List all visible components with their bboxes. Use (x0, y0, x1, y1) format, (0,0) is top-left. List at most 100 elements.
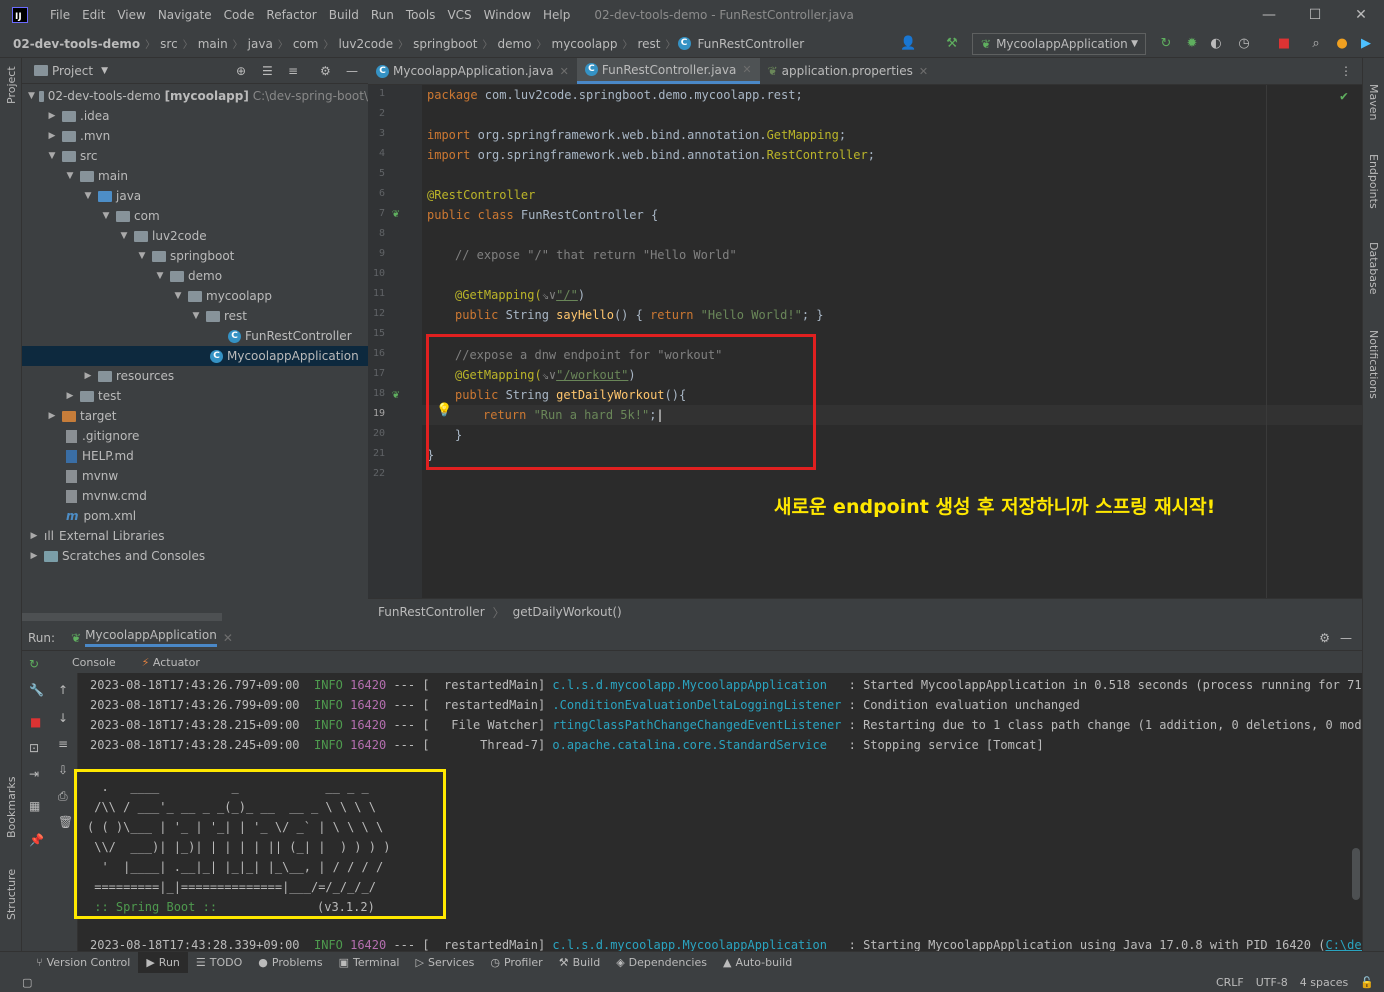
layout-icon[interactable]: ▢ (22, 976, 32, 989)
menu-edit[interactable]: Edit (76, 8, 111, 22)
tree-item-external-libraries[interactable]: ▶ ıll External Libraries (22, 526, 368, 546)
tab-application-properties[interactable]: ❦ application.properties ✕ (760, 58, 937, 84)
menu-build[interactable]: Build (323, 8, 365, 22)
chevron-down-icon[interactable]: ▼ (101, 66, 108, 76)
tab-funrestcontroller[interactable]: C FunRestController.java ✕ (576, 58, 760, 84)
file-encoding[interactable]: UTF-8 (1256, 976, 1288, 989)
collapse-all-icon[interactable]: ≡ (288, 64, 298, 78)
tree-item-project-root[interactable]: ▼ 02-dev-tools-demo [mycoolapp] C:\dev-sp… (22, 86, 368, 106)
tab-actuator[interactable]: ⚡ Actuator (134, 656, 208, 669)
menu-navigate[interactable]: Navigate (152, 8, 218, 22)
gear-icon[interactable]: ⚙ (320, 64, 331, 78)
menu-code[interactable]: Code (218, 8, 261, 22)
tool-tab-auto-build[interactable]: ▲ Auto-build (715, 956, 800, 969)
tab-mycoolappapplication[interactable]: C MycoolappApplication.java ✕ (368, 58, 577, 84)
notifications-tool-button[interactable]: Notifications (1367, 330, 1380, 399)
minimize-button[interactable]: — (1246, 0, 1292, 30)
tab-console[interactable]: Console (64, 656, 124, 669)
breadcrumb-com[interactable]: com (290, 37, 322, 51)
breadcrumb-class[interactable]: FunRestController (695, 37, 808, 51)
tree-item-rest[interactable]: ▼ rest (22, 306, 368, 326)
update-icon[interactable]: ● (1334, 36, 1350, 52)
tree-item-mycoolappapplication[interactable]: C MycoolappApplication (22, 346, 368, 366)
tree-item-gitignore[interactable]: .gitignore (22, 426, 368, 446)
close-button[interactable]: ✕ (1338, 0, 1384, 30)
stop-icon[interactable]: ■ (1276, 36, 1292, 52)
down-arrow-icon[interactable]: ↓ (58, 711, 68, 725)
tree-item-mycoolapp[interactable]: ▼ mycoolapp (22, 286, 368, 306)
tree-item-java[interactable]: ▼ java (22, 186, 368, 206)
tool-tab-profiler[interactable]: ◷ Profiler (482, 956, 550, 969)
tree-item-scratches[interactable]: ▶ Scratches and Consoles (22, 546, 368, 566)
tool-tab-version-control[interactable]: ⑂ Version Control (28, 956, 138, 969)
tree-item-pom-xml[interactable]: m pom.xml (22, 506, 368, 526)
menu-refactor[interactable]: Refactor (260, 8, 322, 22)
indent-setting[interactable]: 4 spaces (1300, 976, 1349, 989)
tree-item-com[interactable]: ▼ com (22, 206, 368, 226)
tree-item-mvn[interactable]: ▶ .mvn (22, 126, 368, 146)
tree-item-target[interactable]: ▶ target (22, 406, 368, 426)
breadcrumb-project[interactable]: 02-dev-tools-demo (10, 37, 143, 51)
menu-view[interactable]: View (111, 8, 151, 22)
endpoint-gutter-icon[interactable]: ❦ (392, 387, 399, 401)
up-arrow-icon[interactable]: ↑ (58, 683, 68, 697)
menu-file[interactable]: File (44, 8, 76, 22)
stop-icon[interactable]: ■ (30, 715, 41, 729)
build-hammer-icon[interactable]: ⚒ (944, 36, 960, 52)
database-tool-button[interactable]: Database (1367, 242, 1380, 295)
close-tab-icon[interactable]: ✕ (742, 63, 751, 76)
tool-tab-todo[interactable]: ☰ TODO (188, 956, 250, 969)
tree-item-idea[interactable]: ▶ .idea (22, 106, 368, 126)
tree-item-help-md[interactable]: HELP.md (22, 446, 368, 466)
tree-item-funrestcontroller[interactable]: C FunRestController (22, 326, 368, 346)
breadcrumb-luv2code[interactable]: luv2code (335, 37, 396, 51)
code-breadcrumb-method[interactable]: getDailyWorkout() (513, 605, 622, 619)
breadcrumb-main[interactable]: main (195, 37, 231, 51)
project-tool-button[interactable]: Project (5, 66, 18, 104)
hide-icon[interactable]: — (346, 64, 358, 78)
hide-icon[interactable]: — (1340, 631, 1352, 645)
tool-tab-run[interactable]: ▶ Run (138, 951, 188, 974)
pin-icon[interactable]: 📌 (29, 833, 44, 847)
tree-item-mvnw-cmd[interactable]: mvnw.cmd (22, 486, 368, 506)
rerun-icon[interactable]: ↻ (1158, 36, 1174, 52)
bookmarks-tool-button[interactable]: Bookmarks (5, 777, 18, 838)
gear-icon[interactable]: ⚙ (1319, 631, 1330, 645)
soft-wrap-icon[interactable]: ≡ (58, 737, 68, 751)
vertical-scrollbar[interactable] (1352, 848, 1360, 900)
trash-icon[interactable]: 🗑 (58, 815, 73, 829)
tool-tab-problems[interactable]: ● Problems (250, 956, 330, 969)
breadcrumb-java[interactable]: java (245, 37, 276, 51)
code-breadcrumb-class[interactable]: FunRestController (378, 605, 485, 619)
line-separator[interactable]: CRLF (1216, 976, 1244, 989)
tree-item-resources[interactable]: ▶ resources (22, 366, 368, 386)
close-tab-icon[interactable]: ✕ (919, 65, 928, 78)
breadcrumb-src[interactable]: src (157, 37, 181, 51)
rerun-icon[interactable]: ↻ (29, 657, 39, 671)
tree-item-mvnw[interactable]: mvnw (22, 466, 368, 486)
run-config-select[interactable]: ❦ MycoolappApplication ▼ (972, 33, 1146, 55)
breadcrumb-rest[interactable]: rest (635, 37, 664, 51)
menu-help[interactable]: Help (537, 8, 576, 22)
breadcrumb-mycoolapp[interactable]: mycoolapp (549, 37, 621, 51)
tree-item-test[interactable]: ▶ test (22, 386, 368, 406)
scroll-to-end-icon[interactable]: ⇩ (58, 763, 68, 777)
tree-item-springboot[interactable]: ▼ springboot (22, 246, 368, 266)
endpoints-tool-button[interactable]: Endpoints (1367, 154, 1380, 209)
profile-icon[interactable]: ◷ (1236, 36, 1252, 52)
close-tab-icon[interactable]: ✕ (223, 631, 233, 645)
tool-tab-build[interactable]: ⚒ Build (551, 956, 609, 969)
maven-tool-button[interactable]: Maven (1367, 84, 1380, 120)
tool-tab-services[interactable]: ▷ Services (408, 956, 483, 969)
lock-icon[interactable]: 🔓 (1360, 976, 1374, 989)
breadcrumb-springboot[interactable]: springboot (410, 37, 480, 51)
maximize-button[interactable]: ☐ (1292, 0, 1338, 30)
layout-icon[interactable]: ▦ (29, 799, 40, 813)
menu-vcs[interactable]: VCS (441, 8, 477, 22)
tree-item-main[interactable]: ▼ main (22, 166, 368, 186)
horizontal-scrollbar[interactable] (22, 613, 222, 621)
expand-all-icon[interactable]: ☰ (262, 64, 273, 78)
tree-item-src[interactable]: ▼ src (22, 146, 368, 166)
menu-window[interactable]: Window (478, 8, 537, 22)
wrench-icon[interactable]: 🔧 (29, 683, 44, 697)
